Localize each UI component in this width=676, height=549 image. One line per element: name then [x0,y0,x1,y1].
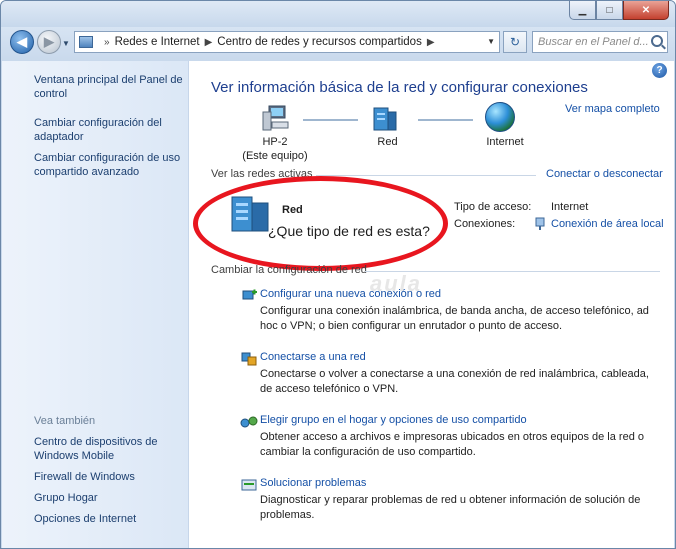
access-type-value: Internet [551,201,589,213]
refresh-button[interactable]: ↻ [503,31,527,53]
network-adapter-icon [535,217,545,230]
search-input[interactable]: Buscar en el Panel d... [532,31,668,53]
homegroup-icon [240,416,258,428]
content-area: Ventana principal del Panel de control C… [2,61,674,548]
network-label[interactable]: Red [360,136,415,148]
address-bar[interactable]: » Redes e Internet ▶ Centro de redes y r… [74,31,500,53]
connect-network-icon [241,352,257,366]
internet-label[interactable]: Internet [470,136,540,148]
change-settings-heading: Cambiar la configuración de red [211,264,367,276]
window: ▁ □ ✕ ◀ ▶ ▼ » Redes e Internet ▶ Centro … [0,0,676,549]
recent-pages-dropdown[interactable]: ▼ [62,39,70,48]
troubleshoot-icon [241,479,257,491]
main-panel: ? Ver información básica de la red y con… [190,61,674,548]
sidebar-link-control-panel-home[interactable]: Ventana principal del Panel de control [34,73,186,101]
connect-network-link[interactable]: Conectarse a una red [260,350,650,364]
globe-icon [485,102,515,132]
homegroup-description: Obtener acceso a archivos e impresoras u… [260,431,644,458]
task-homegroup: Elegir grupo en el hogar y opciones de u… [240,413,650,460]
chevron-right-icon[interactable]: ▶ [205,37,213,48]
help-icon[interactable]: ? [652,63,667,78]
new-connection-icon [242,289,257,300]
breadcrumb-network[interactable]: Redes e Internet [115,36,200,48]
sidebar-link-adapter-settings[interactable]: Cambiar configuración del adaptador [34,116,186,144]
task-setup-connection: Configurar una nueva conexión o red Conf… [242,287,650,334]
annotation-ellipse [193,176,448,271]
back-button[interactable]: ◀ [10,30,34,54]
close-button[interactable]: ✕ [623,1,669,20]
maximize-button[interactable]: □ [596,1,623,20]
control-panel-icon [79,36,93,48]
computer-name: HP-2 [262,136,288,148]
chevron-icon[interactable]: » [104,37,110,48]
full-map-link[interactable]: Ver mapa completo [565,103,660,115]
troubleshoot-link[interactable]: Solucionar problemas [260,476,650,490]
access-type-label: Tipo de acceso: [454,201,532,213]
connect-network-description: Conectarse o volver a conectarse a una c… [260,368,649,395]
connection-line [418,119,473,121]
setup-connection-link[interactable]: Configurar una nueva conexión o red [260,287,650,301]
sidebar-link-advanced-sharing[interactable]: Cambiar configuración de uso compartido … [34,151,186,179]
sidebar: Ventana principal del Panel de control C… [2,61,189,548]
connect-disconnect-link[interactable]: Conectar o desconectar [546,168,663,180]
network-icon [373,107,397,131]
sidebar-link-firewall[interactable]: Firewall de Windows [34,470,186,484]
troubleshoot-description: Diagnosticar y reparar problemas de red … [260,494,641,521]
window-controls: ▁ □ ✕ [569,1,669,20]
see-also-heading: Vea también [34,415,96,427]
breadcrumb-network-center[interactable]: Centro de redes y recursos compartidos [217,36,422,48]
search-icon[interactable] [651,35,663,47]
sidebar-link-windows-mobile[interactable]: Centro de dispositivos de Windows Mobile [34,435,186,463]
page-title: Ver información básica de la red y confi… [211,79,588,96]
local-area-connection-link[interactable]: Conexión de área local [551,218,664,230]
computer-icon [262,105,289,131]
homegroup-link[interactable]: Elegir grupo en el hogar y opciones de u… [260,413,650,427]
task-connect-network: Conectarse a una red Conectarse o volver… [241,350,650,397]
task-troubleshoot: Solucionar problemas Diagnosticar y repa… [241,476,650,523]
titlebar: ▁ □ ✕ [1,1,675,27]
computer-subtitle: (Este equipo) [242,150,308,162]
sidebar-link-homegroup[interactable]: Grupo Hogar [34,491,186,505]
search-placeholder: Buscar en el Panel d... [538,36,649,48]
connection-line [303,119,358,121]
navigation-bar: ◀ ▶ ▼ » Redes e Internet ▶ Centro de red… [1,27,675,61]
chevron-right-icon[interactable]: ▶ [427,37,435,48]
divider [316,175,536,176]
minimize-button[interactable]: ▁ [569,1,596,20]
sidebar-link-internet-options[interactable]: Opciones de Internet [34,512,186,526]
chevron-down-icon[interactable]: ▼ [487,37,495,46]
forward-button[interactable]: ▶ [37,30,61,54]
connections-label: Conexiones: [454,218,516,230]
setup-connection-description: Configurar una conexión inalámbrica, de … [260,305,649,332]
